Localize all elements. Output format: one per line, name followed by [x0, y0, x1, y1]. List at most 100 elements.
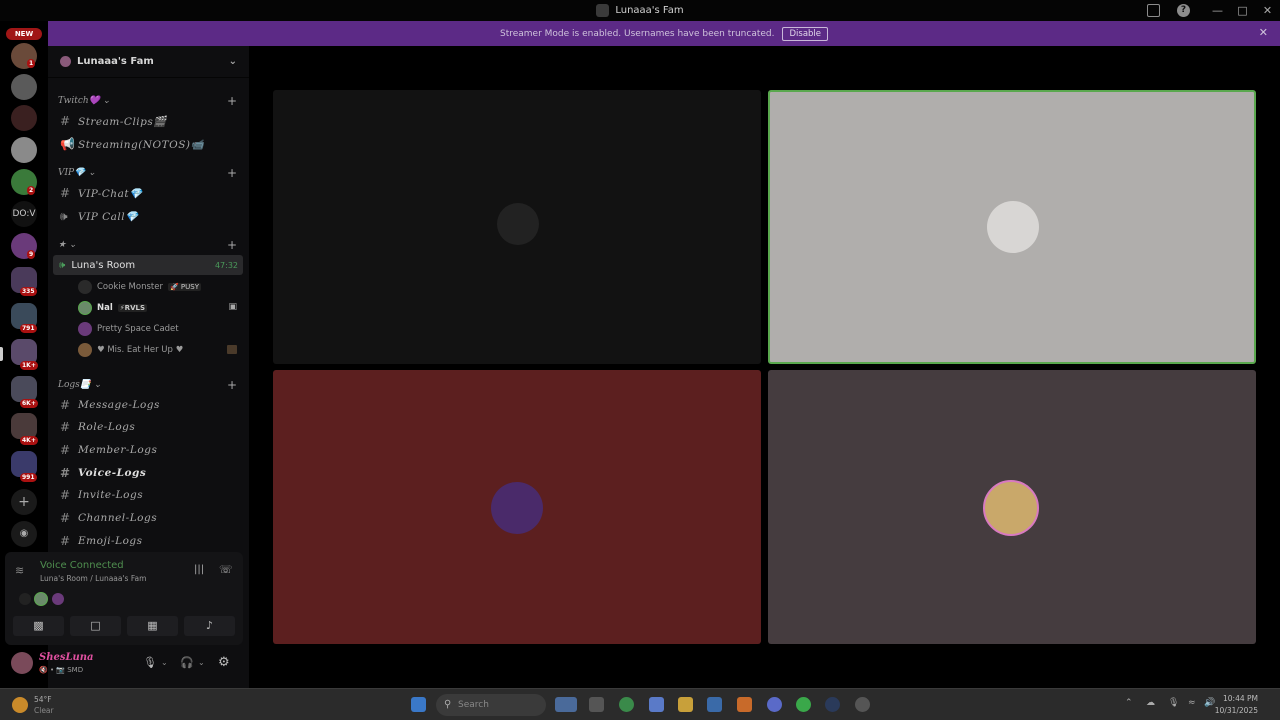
participant-tile[interactable]	[273, 90, 761, 364]
participant-tile[interactable]	[273, 370, 761, 644]
add-server-icon[interactable]: +	[11, 489, 37, 515]
guild-header[interactable]: Lunaaa's Fam ⌄	[48, 46, 249, 78]
add-channel-icon[interactable]: +	[227, 378, 237, 392]
close-icon[interactable]: ✕	[1259, 26, 1268, 39]
headphones-icon[interactable]: 🎧	[180, 656, 194, 669]
participant-tile-speaking[interactable]	[768, 90, 1256, 364]
disable-streamer-mode-button[interactable]: Disable	[782, 26, 829, 41]
channel-streaming[interactable]: 📢 Streaming(NOTOS)📹	[58, 134, 242, 154]
cloud-icon[interactable]: ☁	[1146, 698, 1155, 708]
voice-user[interactable]: Nal ⚡RVLS	[78, 298, 147, 318]
task-view-icon[interactable]	[589, 697, 604, 712]
chevron-down-icon[interactable]: ⌄	[161, 658, 168, 667]
category-star[interactable]: ★ ⌄	[58, 240, 76, 250]
channel-label: Message-Logs	[78, 399, 160, 411]
weather-widget[interactable]: 54°F Clear	[10, 693, 70, 717]
avatar[interactable]	[11, 652, 33, 674]
category-vip[interactable]: VIP💎 ⌄	[58, 168, 96, 178]
voice-user[interactable]: Cookie Monster 🚀 PUSY	[78, 277, 201, 297]
screen-share-icon: ▣	[228, 302, 237, 312]
channel-label: Member-Logs	[78, 444, 158, 456]
chevron-down-icon[interactable]: ⌄	[229, 56, 237, 67]
soundboard-button[interactable]: ♪	[184, 616, 235, 636]
steam-icon[interactable]	[825, 697, 840, 712]
start-icon[interactable]	[411, 697, 426, 712]
username[interactable]: ShesLuna	[39, 652, 94, 663]
screen-share-button[interactable]: □	[70, 616, 121, 636]
volume-icon[interactable]: 🔊	[1204, 698, 1215, 708]
voice-user[interactable]: ♥ Mis. Eat Her Up ♥	[78, 340, 183, 360]
discord-icon[interactable]	[767, 697, 782, 712]
server-icon[interactable]	[11, 74, 37, 100]
add-channel-icon[interactable]: +	[227, 166, 237, 180]
server-icon-dov[interactable]: DO:V	[11, 201, 37, 227]
server-icon[interactable]	[11, 105, 37, 131]
category-twitch[interactable]: Twitch💜 ⌄	[58, 96, 110, 106]
mention-badge: 2	[27, 186, 36, 195]
window-title: Lunaaa's Fam	[596, 4, 684, 17]
microphone-icon[interactable]: 🎙	[1168, 698, 1179, 708]
channel-stream-clips[interactable]: # Stream-Clips🎬	[58, 111, 242, 131]
search-placeholder: Search	[458, 700, 489, 710]
voice-channel-label: Luna's Room	[71, 259, 136, 271]
channel-vip-call[interactable]: 🕪 VIP Call💎	[58, 206, 242, 226]
channel-label: Stream-Clips🎬	[78, 115, 167, 128]
channel-channel-logs[interactable]: # Channel-Logs	[58, 508, 242, 528]
participant-tile[interactable]	[768, 370, 1256, 644]
mention-badge: 991	[20, 473, 37, 482]
activities-button[interactable]: ▦	[127, 616, 178, 636]
add-channel-icon[interactable]: +	[227, 238, 237, 252]
chevron-up-icon[interactable]: ⌃	[1125, 698, 1133, 708]
channel-role-logs[interactable]: # Role-Logs	[58, 417, 242, 437]
chevron-down-icon[interactable]: ⌄	[198, 658, 205, 667]
text-channel-icon: #	[60, 466, 71, 480]
activity-icon	[227, 345, 237, 354]
text-channel-icon: #	[60, 511, 71, 525]
voice-location[interactable]: Luna's Room / Lunaaa's Fam	[40, 574, 146, 583]
channel-message-logs[interactable]: # Message-Logs	[58, 395, 242, 415]
app-icon[interactable]	[737, 697, 752, 712]
voice-status[interactable]: Voice Connected	[40, 560, 124, 571]
microphone-icon[interactable]: 🎙	[143, 656, 157, 669]
minimize-button[interactable]: —	[1205, 4, 1230, 17]
avatar	[78, 280, 92, 294]
inbox-icon[interactable]	[1147, 4, 1160, 17]
windows-taskbar: 54°F Clear ⚲ Search ⌃ ☁ 🎙 ≈ 🔊 10:44 PM 1…	[0, 688, 1280, 720]
camera-off-button[interactable]: ▩	[13, 616, 64, 636]
noise-suppression-icon[interactable]: |||	[194, 564, 204, 575]
unread-indicator	[0, 347, 3, 361]
server-icon[interactable]	[11, 137, 37, 163]
channel-member-logs[interactable]: # Member-Logs	[58, 440, 242, 460]
voice-connection-panel: ≋ Voice Connected Luna's Room / Lunaaa's…	[5, 552, 243, 645]
channel-invite-logs[interactable]: # Invite-Logs	[58, 485, 242, 505]
taskbar-search[interactable]: ⚲ Search	[436, 694, 546, 716]
window-title-text: Lunaaa's Fam	[615, 5, 684, 16]
discover-icon[interactable]: ◉	[11, 521, 37, 547]
mention-badge: 9	[27, 250, 36, 259]
channel-voice-logs[interactable]: # Voice-Logs	[58, 463, 242, 483]
wifi-icon[interactable]: ≈	[1188, 698, 1196, 708]
channel-vip-chat[interactable]: # VIP-Chat💎	[58, 183, 242, 203]
category-logs[interactable]: Logs📑 ⌄	[58, 380, 101, 390]
mention-badge: 791	[20, 324, 37, 333]
close-window-button[interactable]: ✕	[1255, 4, 1280, 17]
app-icon[interactable]	[649, 697, 664, 712]
disconnect-icon[interactable]: ☏	[219, 563, 233, 576]
guild-name: Lunaaa's Fam	[77, 56, 154, 67]
avatar	[78, 301, 92, 315]
maximize-button[interactable]: □	[1230, 4, 1255, 17]
file-explorer-icon[interactable]	[678, 697, 693, 712]
clock[interactable]: 10:44 PM 10/31/2025	[1215, 693, 1258, 717]
spotify-icon[interactable]	[796, 697, 811, 712]
add-channel-icon[interactable]: +	[227, 94, 237, 108]
help-icon[interactable]: ?	[1177, 4, 1190, 17]
app-icon[interactable]	[855, 697, 870, 712]
gear-icon[interactable]: ⚙	[218, 655, 230, 670]
voice-channel-lunas-room[interactable]: 🕪 Luna's Room 47:32	[53, 255, 243, 275]
channel-emoji-logs[interactable]: # Emoji-Logs	[58, 531, 242, 551]
chrome-icon[interactable]	[619, 697, 634, 712]
store-icon[interactable]	[707, 697, 722, 712]
clan-tag: 🚀 PUSY	[167, 283, 201, 291]
copilot-icon[interactable]	[555, 697, 577, 712]
voice-user[interactable]: Pretty Space Cadet	[78, 319, 179, 339]
